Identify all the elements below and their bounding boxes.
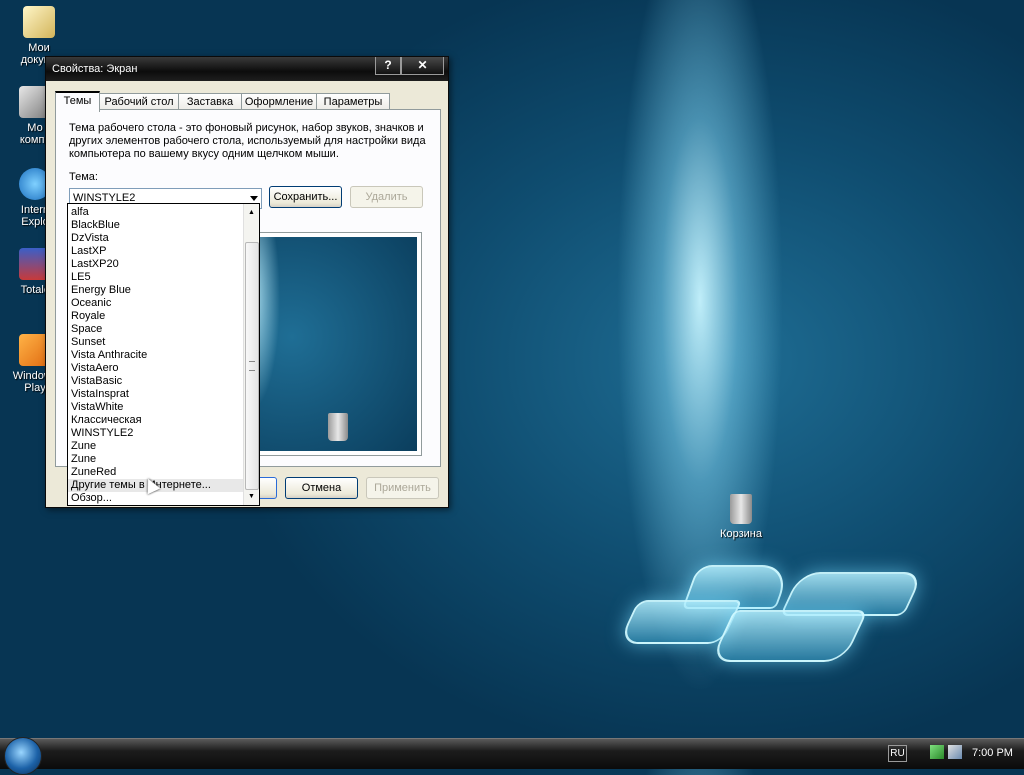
chevron-down-icon[interactable] [250, 196, 258, 201]
preview-recycle-bin-icon [328, 413, 348, 441]
apply-button[interactable]: Применить [366, 477, 439, 499]
theme-option[interactable]: DzVista [68, 232, 245, 245]
tab-settings[interactable]: Параметры [316, 93, 390, 110]
theme-label: Тема: [69, 171, 98, 183]
themes-description: Тема рабочего стола - это фоновый рисуно… [69, 122, 426, 160]
scroll-thumb[interactable] [245, 242, 259, 490]
dropdown-scrollbar[interactable]: ▲ ▼ [243, 204, 259, 505]
theme-option[interactable]: LastXP20 [68, 258, 245, 271]
theme-option[interactable]: LastXP [68, 245, 245, 258]
theme-option[interactable]: Обзор... [68, 492, 245, 505]
theme-option[interactable]: VistaAero [68, 362, 245, 375]
theme-option[interactable]: BlackBlue [68, 219, 245, 232]
theme-option[interactable]: WINSTYLE2 [68, 427, 245, 440]
logo-pane [709, 610, 869, 662]
desktop-icon-recycle-bin[interactable]: Корзина [706, 494, 776, 540]
taskbar: RU 7:00 PM [0, 737, 1024, 775]
close-button[interactable]: ✕ [401, 57, 444, 75]
clock: 7:00 PM [972, 747, 1013, 759]
tab-screensaver[interactable]: Заставка [178, 93, 242, 110]
theme-option[interactable]: VistaWhite [68, 401, 245, 414]
theme-option[interactable]: Zune [68, 453, 245, 466]
theme-option[interactable]: Sunset [68, 336, 245, 349]
recycle-bin-icon [730, 494, 752, 524]
theme-option[interactable]: VistaBasic [68, 375, 245, 388]
documents-icon [23, 6, 55, 38]
theme-option[interactable]: ZuneRed [68, 466, 245, 479]
desktop-icon-label: Корзина [720, 528, 762, 540]
theme-dropdown-list[interactable]: alfa BlackBlue DzVista LastXP LastXP20 LE5 Ene… [67, 203, 260, 506]
cancel-button[interactable]: Отмена [285, 477, 358, 499]
tab-themes[interactable]: Темы [55, 91, 100, 112]
delete-theme-button[interactable]: Удалить [350, 186, 423, 208]
theme-option[interactable]: Zune [68, 440, 245, 453]
language-indicator[interactable]: RU [888, 745, 907, 762]
save-theme-button[interactable]: Сохранить... [269, 186, 342, 208]
scroll-down-icon[interactable]: ▼ [245, 490, 258, 503]
theme-option[interactable]: LE5 [68, 271, 245, 284]
monitor-tray-icon[interactable] [948, 745, 962, 759]
network-tray-icon[interactable] [930, 745, 944, 759]
scroll-up-icon[interactable]: ▲ [245, 206, 258, 219]
theme-option[interactable]: Oceanic [68, 297, 245, 310]
theme-option[interactable]: Space [68, 323, 245, 336]
theme-option[interactable]: Vista Anthracite [68, 349, 245, 362]
tab-desktop[interactable]: Рабочий стол [99, 93, 179, 110]
start-button[interactable] [4, 737, 42, 775]
dialog-title: Свойства: Экран [52, 63, 138, 75]
help-button[interactable]: ? [375, 57, 401, 75]
grip-icon [249, 361, 255, 371]
title-bar[interactable]: Свойства: Экран ? ✕ [46, 57, 448, 81]
theme-option[interactable]: alfa [68, 206, 245, 219]
theme-option[interactable]: Royale [68, 310, 245, 323]
theme-option[interactable]: Energy Blue [68, 284, 245, 297]
tab-appearance[interactable]: Оформление [241, 93, 317, 110]
theme-option[interactable]: VistaInsprat [68, 388, 245, 401]
theme-option[interactable]: Классическая [68, 414, 245, 427]
